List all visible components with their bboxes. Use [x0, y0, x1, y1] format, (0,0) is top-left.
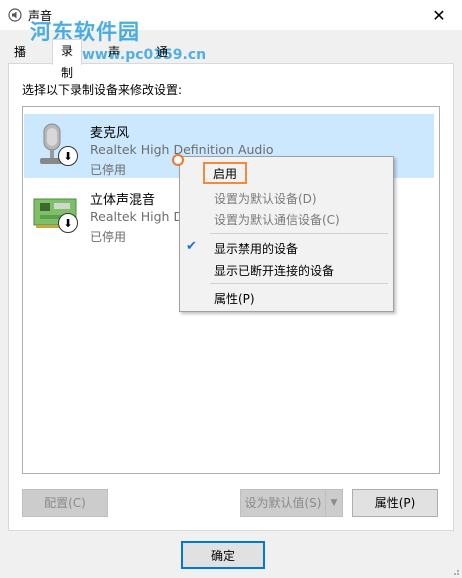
tab-sounds[interactable]: 声音 [100, 41, 128, 81]
device-status: 已停用 [90, 230, 127, 244]
menu-separator [210, 283, 388, 284]
context-menu: 启用 设置为默认设备(D) 设置为默认通信设备(C) ✔ 显示禁用的设备 显示已… [179, 156, 394, 312]
chevron-down-icon: ▼ [330, 498, 338, 508]
menu-item-properties[interactable]: 属性(P) [214, 290, 255, 307]
close-icon: ✕ [432, 5, 446, 25]
set-default-button[interactable]: 设为默认值(S) [240, 489, 326, 517]
instruction-text: 选择以下录制设备来修改设置: [22, 83, 183, 97]
speaker-icon [8, 8, 22, 22]
menu-item-show-disabled[interactable]: 显示禁用的设备 [214, 240, 298, 257]
disabled-arrow-icon: ⬇ [58, 146, 78, 166]
set-default-dropdown-arrow[interactable]: ▼ [325, 489, 343, 517]
menu-item-set-default-comm[interactable]: 设置为默认通信设备(C) [214, 211, 340, 228]
device-name: 立体声混音 [90, 193, 156, 208]
cursor-marker [172, 154, 184, 166]
device-status: 已停用 [90, 163, 127, 177]
resize-grip-icon[interactable] [450, 566, 460, 576]
configure-button[interactable]: 配置(C) [22, 489, 108, 517]
device-driver: Realtek High De [90, 209, 191, 224]
menu-item-set-default[interactable]: 设置为默认设备(D) [214, 190, 317, 207]
properties-button[interactable]: 属性(P) [352, 489, 438, 517]
check-icon: ✔ [186, 239, 197, 254]
tab-communications[interactable]: 通信 [148, 41, 176, 81]
disabled-arrow-icon: ⬇ [58, 213, 78, 233]
tab-recording[interactable]: 录制 [52, 39, 83, 80]
ok-button[interactable]: 确定 [181, 541, 265, 569]
menu-separator [210, 233, 388, 234]
menu-item-show-disconnected[interactable]: 显示已断开连接的设备 [214, 262, 334, 279]
device-name: 麦克风 [90, 126, 130, 141]
menu-item-enable[interactable]: 启用 [203, 162, 247, 184]
close-button[interactable]: ✕ [416, 0, 462, 30]
tab-playback[interactable]: 播放 [6, 41, 34, 81]
